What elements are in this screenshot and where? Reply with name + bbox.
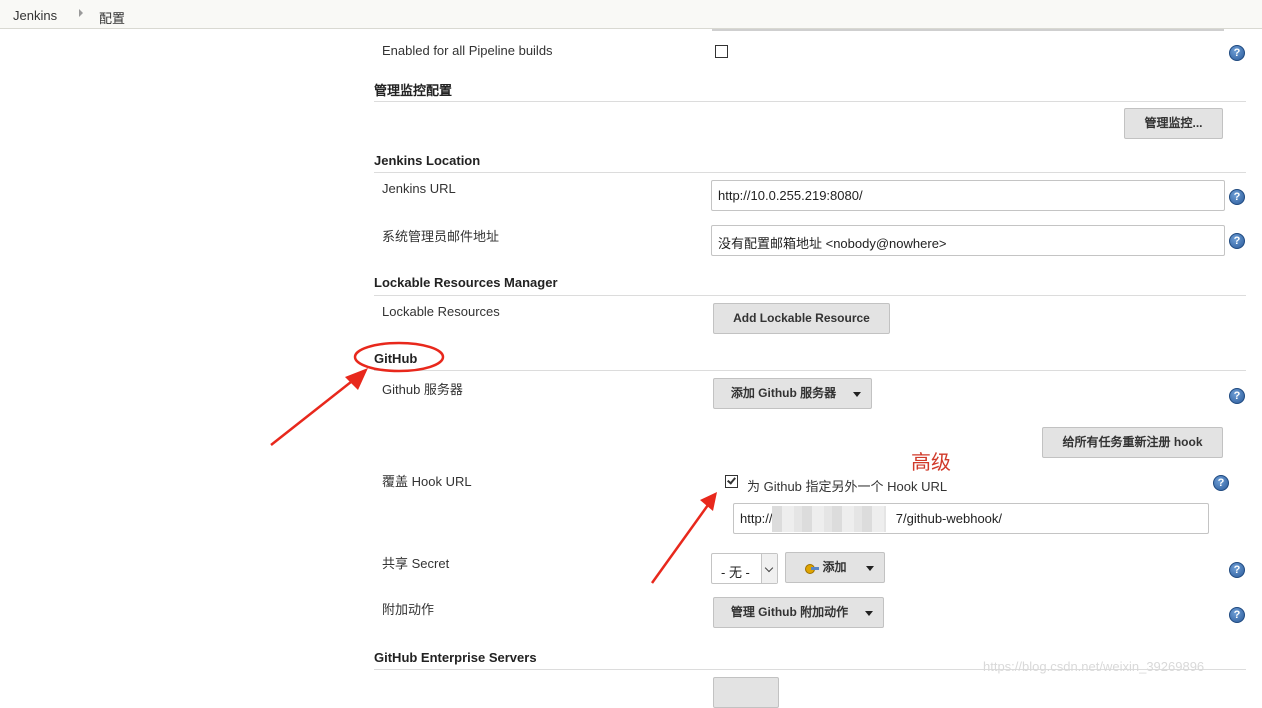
annotation-arrow-icon <box>270 368 368 446</box>
annotation-circle <box>353 341 445 373</box>
annotation-arrow-icon <box>650 492 717 584</box>
annotation-overlay <box>270 341 717 584</box>
